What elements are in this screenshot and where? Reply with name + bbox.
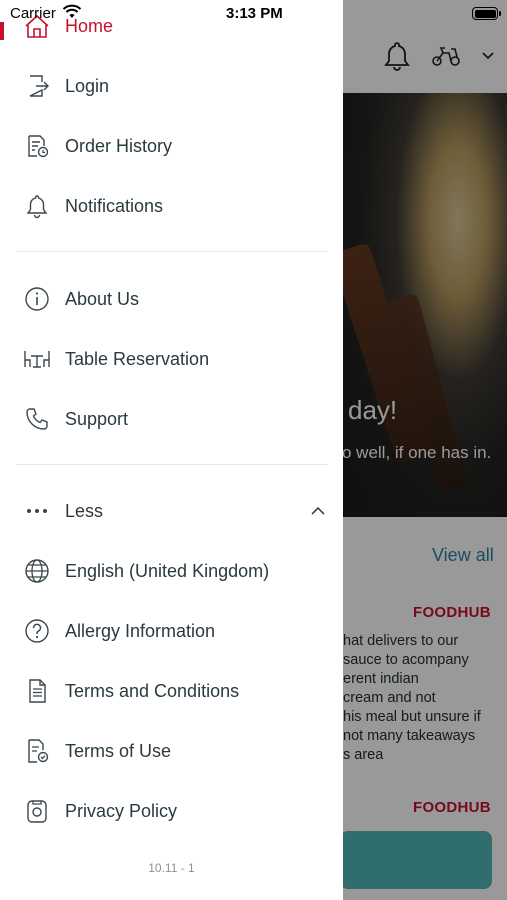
menu-item-language[interactable]: English (United Kingdom) xyxy=(0,547,343,595)
menu-item-notifications[interactable]: Notifications xyxy=(0,182,343,230)
menu-item-label: Login xyxy=(65,75,110,96)
carrier-label: Carrier xyxy=(10,5,56,22)
divider xyxy=(16,251,328,252)
privacy-icon xyxy=(23,797,51,825)
globe-icon xyxy=(23,557,51,585)
menu-item-less[interactable]: Less xyxy=(0,487,343,535)
table-icon xyxy=(23,345,51,373)
menu-item-label: English (United Kingdom) xyxy=(65,560,270,581)
info-icon xyxy=(23,285,51,313)
menu-item-privacy-policy[interactable]: Privacy Policy xyxy=(0,787,343,835)
menu-item-label: About Us xyxy=(65,288,140,309)
chevron-up-icon xyxy=(308,501,328,521)
menu-item-label: Notifications xyxy=(65,195,164,216)
menu-item-support[interactable]: Support xyxy=(0,395,343,443)
question-icon xyxy=(23,617,51,645)
menu-item-allergy-information[interactable]: Allergy Information xyxy=(0,607,343,655)
menu-item-label: Privacy Policy xyxy=(65,800,178,821)
divider xyxy=(16,464,328,465)
menu-item-label: Less xyxy=(65,500,104,521)
app-version: 10.11 - 1 xyxy=(148,861,195,875)
menu-item-label: Order History xyxy=(65,135,173,156)
menu-item-table-reservation[interactable]: Table Reservation xyxy=(0,335,343,383)
menu-item-login[interactable]: Login xyxy=(0,62,343,110)
menu-item-label: Allergy Information xyxy=(65,620,216,641)
menu-item-label: Support xyxy=(65,408,129,429)
bell-icon xyxy=(23,192,51,220)
status-bar: Carrier 3:13 PM xyxy=(0,0,507,28)
document-check-icon xyxy=(23,737,51,765)
status-time: 3:13 PM xyxy=(226,5,283,22)
menu-item-terms-and-conditions[interactable]: Terms and Conditions xyxy=(0,667,343,715)
menu-item-label: Table Reservation xyxy=(65,348,210,369)
login-icon xyxy=(23,72,51,100)
menu-item-label: Terms and Conditions xyxy=(65,680,240,701)
document-icon xyxy=(23,677,51,705)
order-history-icon xyxy=(23,132,51,160)
more-dots-icon xyxy=(23,497,51,525)
menu-item-label: Terms of Use xyxy=(65,740,172,761)
menu-item-terms-of-use[interactable]: Terms of Use xyxy=(0,727,343,775)
wifi-icon xyxy=(62,4,82,20)
navigation-drawer: Home Login Order History Notifications A… xyxy=(0,0,343,900)
phone-icon xyxy=(23,405,51,433)
menu-item-about-us[interactable]: About Us xyxy=(0,275,343,323)
menu-item-order-history[interactable]: Order History xyxy=(0,122,343,170)
battery-icon xyxy=(472,7,501,20)
